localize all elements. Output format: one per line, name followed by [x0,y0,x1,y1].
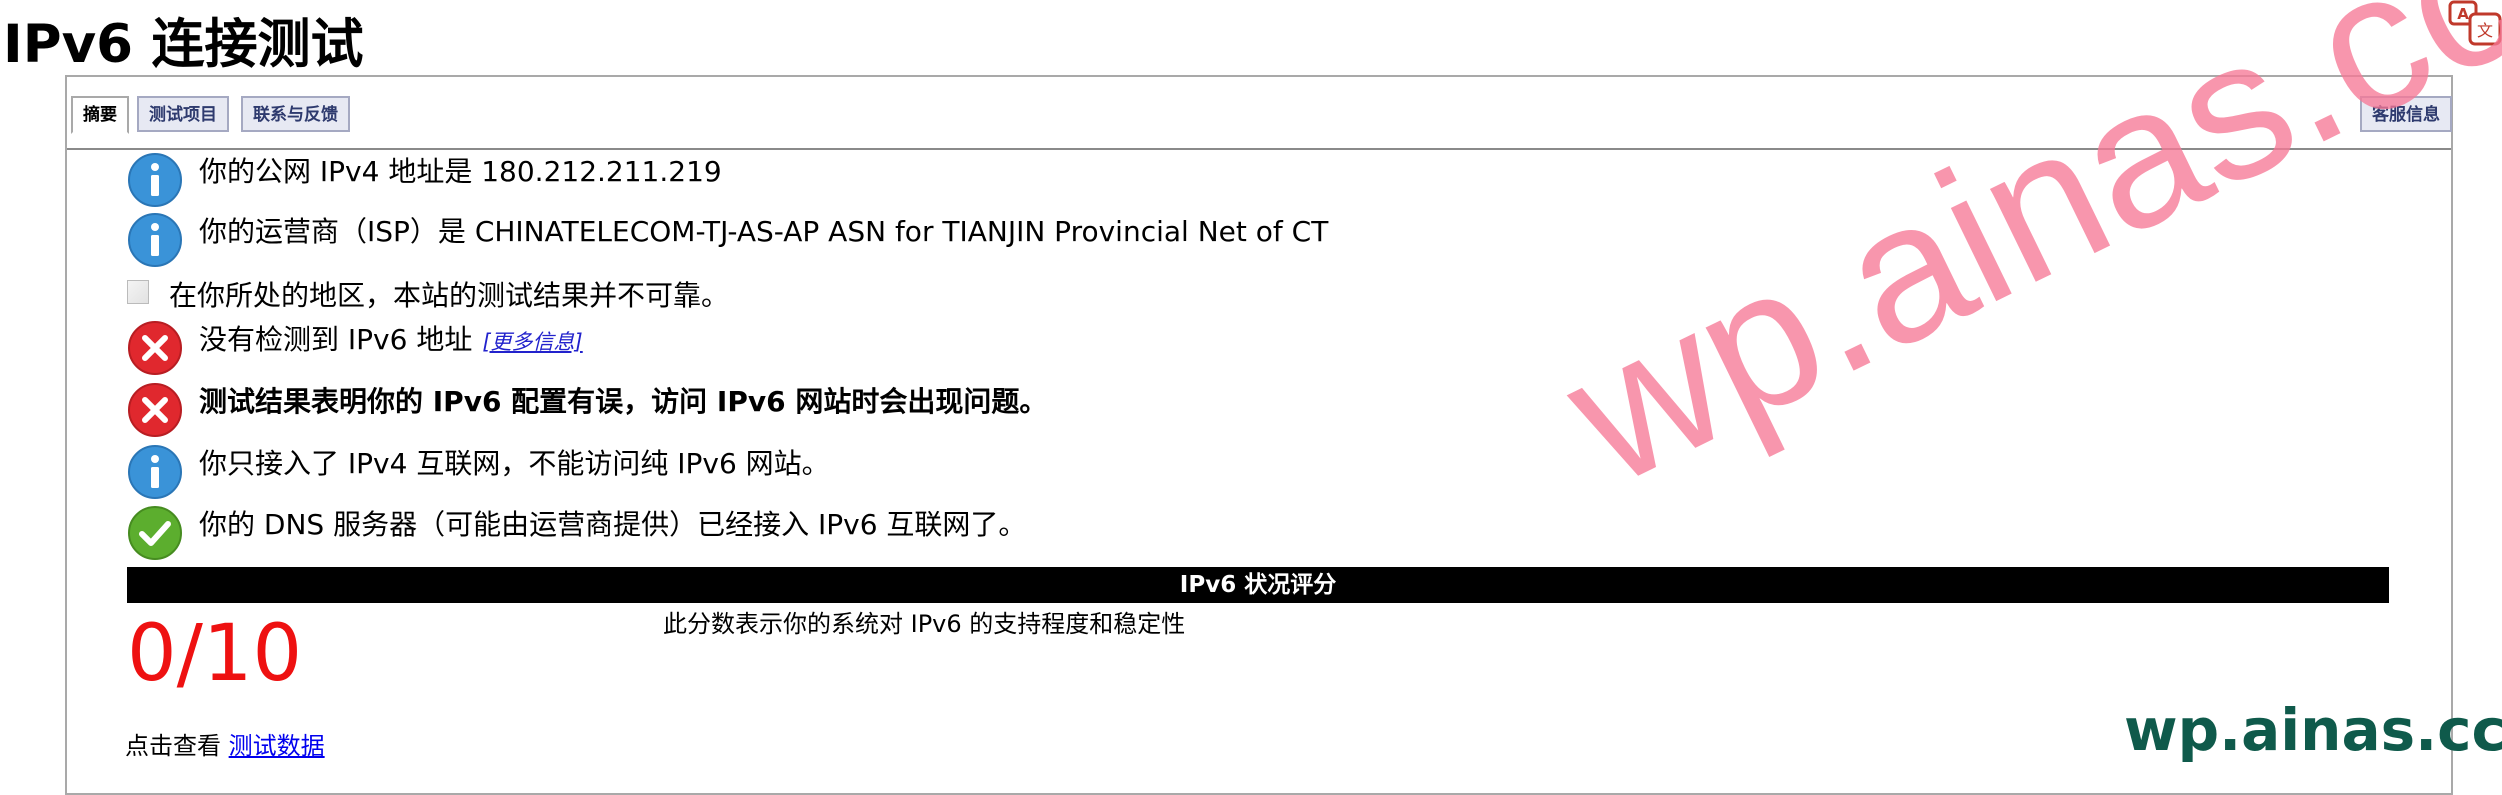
broken-image-icon [127,280,149,304]
translate-icon[interactable]: A 文 [2448,0,2502,48]
tab-summary[interactable]: 摘要 [71,96,129,134]
error-icon [128,321,182,375]
result-dns-ipv6: 你的 DNS 服务器（可能由运营商提供）已经接入 IPv6 互联网了。 [127,505,2327,565]
result-isp: 你的运营商（ISP）是 CHINATELECOM-TJ-AS-AP ASN fo… [127,212,2327,272]
tab-bar: 摘要 测试项目 联系与反馈 客服信息 [67,77,2452,150]
svg-text:A: A [2457,5,2469,23]
footer-line: 点击查看 测试数据 [125,726,325,766]
test-data-link[interactable]: 测试数据 [229,732,325,760]
result-text: 在你所处的地区，本站的测试结果并不可靠。 [169,279,730,312]
error-icon [128,383,182,437]
result-text: 你的 DNS 服务器（可能由运营商提供）已经接入 IPv6 互联网了。 [199,508,1027,541]
result-misconfigured: 测试结果表明你的 IPv6 配置有误，访问 IPv6 网站时会出现问题。 [127,382,2327,442]
result-text: 你的运营商（ISP）是 CHINATELECOM-TJ-AS-AP ASN fo… [199,215,1329,248]
info-icon [128,445,182,499]
tab-test-items[interactable]: 测试项目 [137,96,229,132]
footer-prefix: 点击查看 [125,732,229,760]
result-text-container: 没有检测到 IPv6 地址 [更多信息] [199,320,583,362]
more-info-link[interactable]: [更多信息] [482,330,582,354]
result-ipv4-only: 你只接入了 IPv4 互联网，不能访问纯 IPv6 网站。 [127,444,2327,504]
result-text: 测试结果表明你的 IPv6 配置有误，访问 IPv6 网站时会出现问题。 [199,385,1048,418]
tab-support-info[interactable]: 客服信息 [2360,96,2452,132]
info-icon [128,153,182,207]
info-icon [128,213,182,267]
score-header: IPv6 状况评分 [127,567,2389,603]
result-text: 你只接入了 IPv4 互联网，不能访问纯 IPv6 网站。 [199,447,830,480]
result-text: 你的公网 IPv4 地址是 180.212.211.219 [199,155,722,188]
tab-contact-feedback[interactable]: 联系与反馈 [241,96,350,132]
result-no-ipv6: 没有检测到 IPv6 地址 [更多信息] [127,320,2327,380]
svg-text:文: 文 [2477,21,2493,40]
result-text: 没有检测到 IPv6 地址 [199,323,473,356]
check-icon [128,506,182,560]
score-description: 此分数表示你的系统对 IPv6 的支持程度和稳定性 [663,610,1186,638]
page-title: IPv6 连接测试 [3,14,364,75]
score-value: 0/10 [127,609,303,699]
result-ipv4-address: 你的公网 IPv4 地址是 180.212.211.219 [127,152,2327,212]
